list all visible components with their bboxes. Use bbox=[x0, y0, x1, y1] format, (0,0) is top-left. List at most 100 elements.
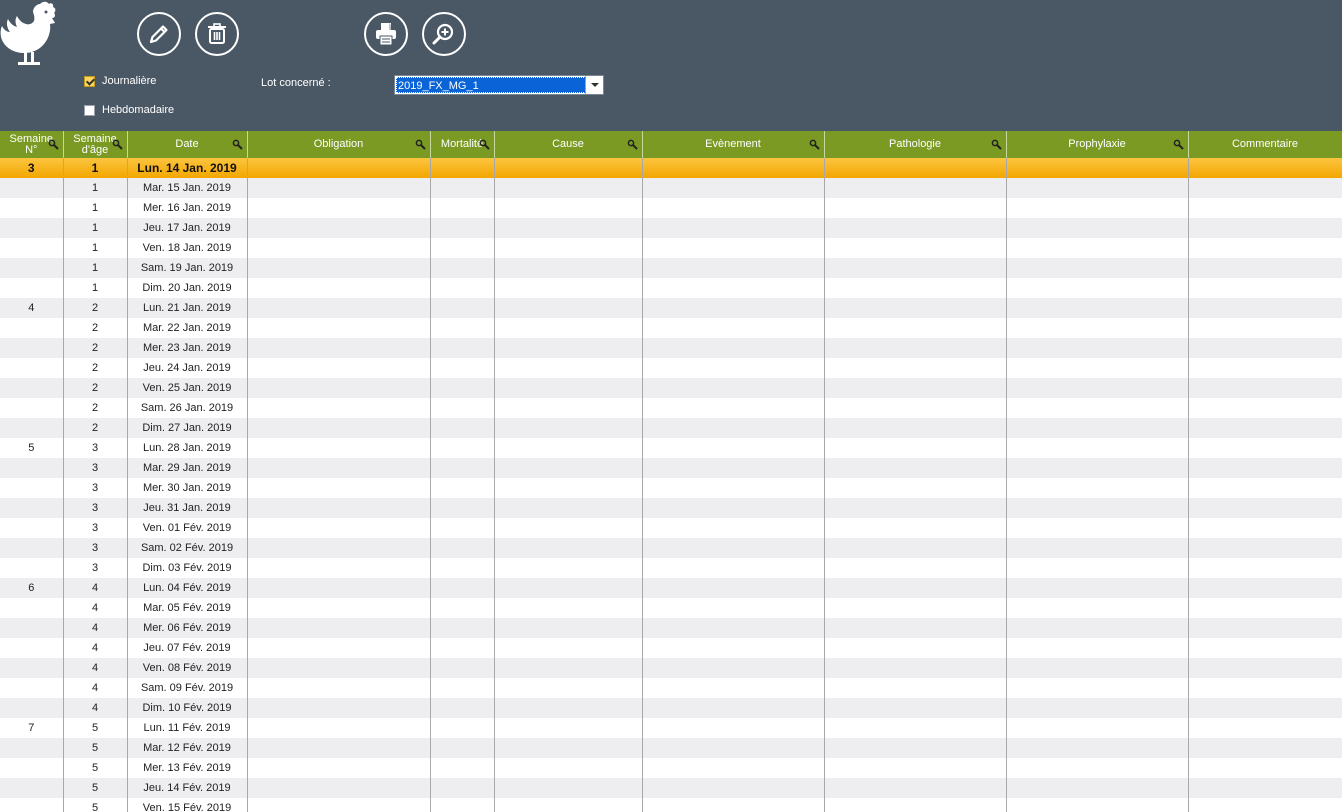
table-cell[interactable] bbox=[1188, 338, 1342, 358]
table-cell[interactable] bbox=[247, 498, 431, 518]
table-cell[interactable] bbox=[430, 698, 495, 718]
table-cell[interactable] bbox=[1006, 758, 1189, 778]
column-header[interactable]: Obligation bbox=[247, 131, 431, 158]
table-cell[interactable] bbox=[1188, 698, 1342, 718]
table-cell[interactable] bbox=[247, 218, 431, 238]
table-cell[interactable] bbox=[824, 438, 1007, 458]
table-cell[interactable] bbox=[642, 198, 825, 218]
table-cell[interactable] bbox=[247, 798, 431, 812]
table-cell[interactable] bbox=[1006, 438, 1189, 458]
table-cell[interactable] bbox=[642, 538, 825, 558]
table-cell[interactable] bbox=[642, 438, 825, 458]
table-cell[interactable] bbox=[824, 418, 1007, 438]
table-cell[interactable] bbox=[494, 418, 643, 438]
column-header[interactable]: Commentaire bbox=[1188, 131, 1342, 158]
table-cell[interactable]: Jeu. 14 Fév. 2019 bbox=[127, 778, 248, 798]
table-row[interactable]: 5 Jeu. 14 Fév. 2019 bbox=[0, 778, 1342, 798]
lot-select-value[interactable]: 2019_FX_MG_1 bbox=[396, 77, 586, 93]
table-cell[interactable] bbox=[642, 618, 825, 638]
table-cell[interactable] bbox=[1188, 298, 1342, 318]
table-cell[interactable] bbox=[247, 398, 431, 418]
table-cell[interactable] bbox=[247, 478, 431, 498]
table-cell[interactable] bbox=[494, 438, 643, 458]
chevron-down-icon[interactable] bbox=[585, 76, 603, 94]
table-cell[interactable]: 5 bbox=[63, 738, 128, 758]
table-cell[interactable]: Sam. 19 Jan. 2019 bbox=[127, 258, 248, 278]
table-cell[interactable] bbox=[494, 518, 643, 538]
table-cell[interactable] bbox=[824, 318, 1007, 338]
table-row[interactable]: 2 Mar. 22 Jan. 2019 bbox=[0, 318, 1342, 338]
table-cell[interactable] bbox=[430, 198, 495, 218]
table-cell[interactable] bbox=[642, 418, 825, 438]
table-cell[interactable] bbox=[0, 478, 64, 498]
table-cell[interactable] bbox=[1188, 758, 1342, 778]
print-button[interactable] bbox=[364, 12, 408, 56]
table-row[interactable]: 1 Mer. 16 Jan. 2019 bbox=[0, 198, 1342, 218]
table-cell[interactable] bbox=[430, 418, 495, 438]
table-cell[interactable]: Lun. 11 Fév. 2019 bbox=[127, 718, 248, 738]
table-cell[interactable] bbox=[247, 638, 431, 658]
table-cell[interactable] bbox=[247, 178, 431, 198]
table-cell[interactable] bbox=[247, 418, 431, 438]
table-cell[interactable] bbox=[1006, 238, 1189, 258]
table-cell[interactable] bbox=[824, 778, 1007, 798]
table-cell[interactable]: 3 bbox=[63, 478, 128, 498]
table-cell[interactable] bbox=[824, 678, 1007, 698]
table-cell[interactable]: Mar. 12 Fév. 2019 bbox=[127, 738, 248, 758]
table-cell[interactable] bbox=[247, 718, 431, 738]
table-row[interactable]: 4 Mar. 05 Fév. 2019 bbox=[0, 598, 1342, 618]
table-row[interactable]: 2 Ven. 25 Jan. 2019 bbox=[0, 378, 1342, 398]
table-row[interactable]: 3 Jeu. 31 Jan. 2019 bbox=[0, 498, 1342, 518]
table-cell[interactable] bbox=[1006, 318, 1189, 338]
table-cell[interactable] bbox=[642, 458, 825, 478]
table-cell[interactable] bbox=[430, 458, 495, 478]
table-cell[interactable] bbox=[824, 298, 1007, 318]
table-cell[interactable] bbox=[1006, 598, 1189, 618]
table-cell[interactable] bbox=[824, 518, 1007, 538]
search-filter-icon[interactable] bbox=[627, 139, 638, 150]
table-cell[interactable] bbox=[1006, 778, 1189, 798]
table-cell[interactable] bbox=[494, 738, 643, 758]
table-cell[interactable] bbox=[642, 278, 825, 298]
column-header[interactable]: Semaine N° bbox=[0, 131, 64, 158]
table-cell[interactable] bbox=[494, 338, 643, 358]
table-cell[interactable]: 1 bbox=[63, 238, 128, 258]
table-row[interactable]: 4 Jeu. 07 Fév. 2019 bbox=[0, 638, 1342, 658]
table-cell[interactable] bbox=[642, 358, 825, 378]
table-cell[interactable]: 1 bbox=[63, 198, 128, 218]
table-cell[interactable] bbox=[430, 378, 495, 398]
table-cell[interactable]: 3 bbox=[63, 518, 128, 538]
table-cell[interactable]: 4 bbox=[63, 618, 128, 638]
table-cell[interactable] bbox=[642, 578, 825, 598]
table-row[interactable]: 7 5 Lun. 11 Fév. 2019 bbox=[0, 718, 1342, 738]
table-cell[interactable] bbox=[494, 558, 643, 578]
table-cell[interactable] bbox=[642, 398, 825, 418]
table-cell[interactable] bbox=[430, 258, 495, 278]
table-row[interactable]: 1 Dim. 20 Jan. 2019 bbox=[0, 278, 1342, 298]
table-cell[interactable] bbox=[1188, 438, 1342, 458]
table-cell[interactable] bbox=[642, 598, 825, 618]
table-cell[interactable] bbox=[0, 338, 64, 358]
table-cell[interactable] bbox=[1188, 718, 1342, 738]
table-cell[interactable] bbox=[0, 698, 64, 718]
table-cell[interactable] bbox=[0, 418, 64, 438]
table-cell[interactable] bbox=[0, 738, 64, 758]
table-cell[interactable] bbox=[1188, 418, 1342, 438]
table-cell[interactable]: 3 bbox=[63, 458, 128, 478]
table-cell[interactable] bbox=[0, 638, 64, 658]
table-cell[interactable]: Mer. 23 Jan. 2019 bbox=[127, 338, 248, 358]
table-cell[interactable] bbox=[430, 538, 495, 558]
table-cell[interactable] bbox=[247, 658, 431, 678]
journaliere-checkbox[interactable] bbox=[84, 75, 95, 87]
table-cell[interactable] bbox=[1188, 798, 1342, 812]
table-cell[interactable]: Mar. 22 Jan. 2019 bbox=[127, 318, 248, 338]
table-cell[interactable] bbox=[1188, 258, 1342, 278]
table-cell[interactable]: Jeu. 17 Jan. 2019 bbox=[127, 218, 248, 238]
table-cell[interactable] bbox=[1188, 578, 1342, 598]
table-cell[interactable] bbox=[247, 738, 431, 758]
table-cell[interactable] bbox=[0, 518, 64, 538]
table-row[interactable]: 3 Mer. 30 Jan. 2019 bbox=[0, 478, 1342, 498]
lot-select[interactable]: 2019_FX_MG_1 bbox=[394, 75, 604, 95]
table-cell[interactable] bbox=[247, 618, 431, 638]
table-cell[interactable] bbox=[494, 598, 643, 618]
